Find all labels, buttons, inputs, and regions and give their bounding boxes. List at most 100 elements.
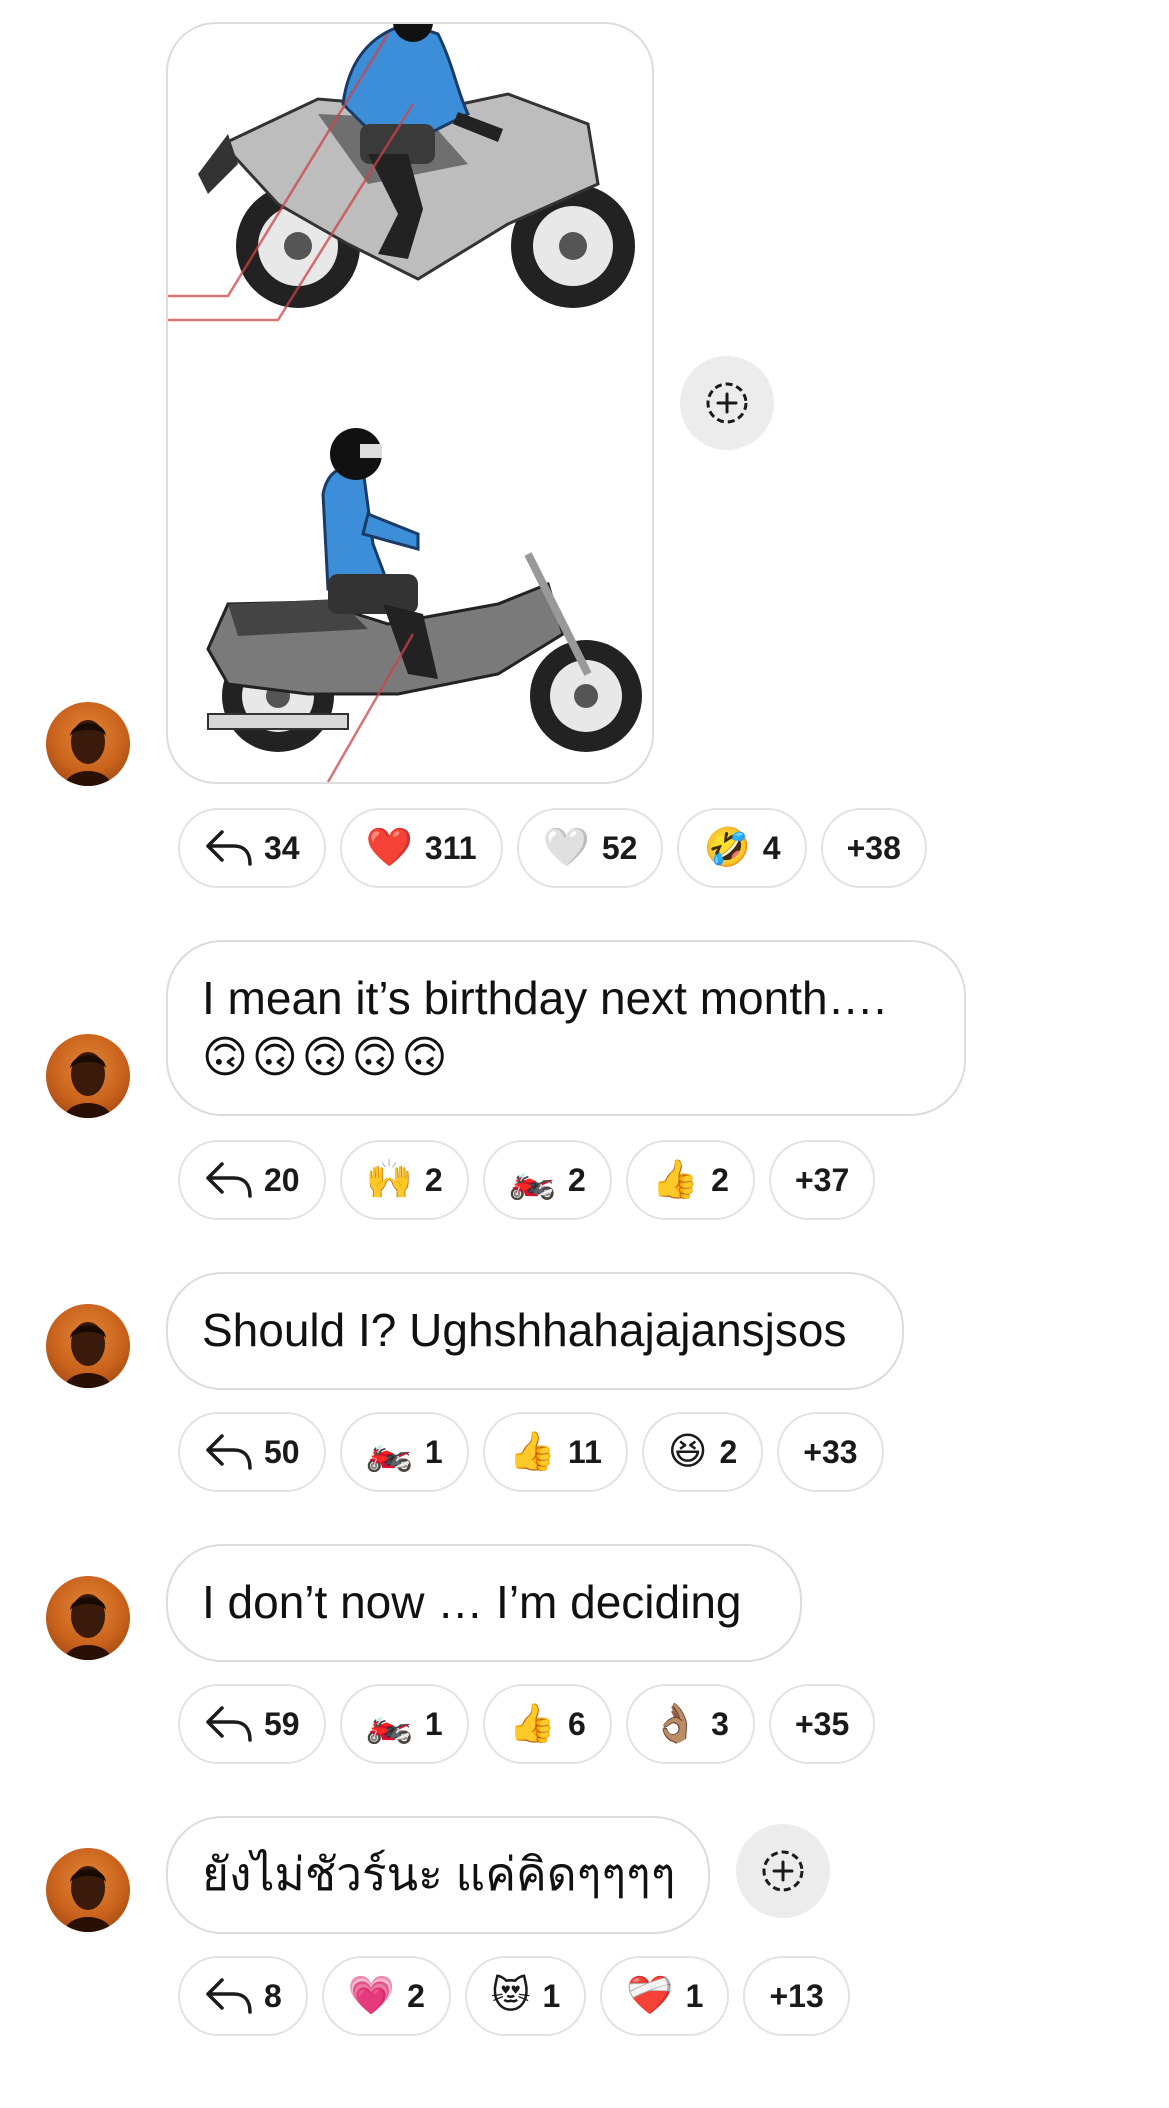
reaction-count: 3 <box>711 1705 729 1742</box>
reaction-count: 1 <box>685 1977 704 2014</box>
reaction-bar: 50 🏍️ 1 👍 11 😆 2 +33 <box>178 1412 884 1492</box>
reaction-pill[interactable]: 👍 2 <box>625 1140 755 1220</box>
avatar-icon <box>64 1594 112 1660</box>
reaction-pill[interactable]: 💗 2 <box>321 1956 451 2036</box>
avatar-icon <box>64 1866 112 1932</box>
thumbs-up-icon: 👍 <box>651 1159 700 1201</box>
user-avatar[interactable] <box>46 1848 130 1932</box>
add-reaction-icon <box>706 382 748 424</box>
reaction-count: 2 <box>407 1977 425 2014</box>
reaction-pill[interactable]: 🏍️ 2 <box>482 1140 612 1220</box>
add-reaction-button[interactable] <box>736 1824 830 1918</box>
message-text: ยังไม่ชัวร์นะ แค่คิดๆๆๆๆ <box>202 1848 676 1900</box>
reaction-pill[interactable]: ❤️ 311 <box>339 808 503 888</box>
reaction-pill[interactable]: 🤣 4 <box>677 808 807 888</box>
more-reactions-count: +37 <box>794 1161 850 1198</box>
message-emoji-line: 🙃🙃🙃🙃🙃 <box>202 1033 452 1082</box>
reaction-pill[interactable]: 🤍 52 <box>516 808 664 888</box>
ok-hand-icon: 👌🏽 <box>651 1703 700 1745</box>
more-reactions-count: +33 <box>803 1433 858 1470</box>
message-bubble[interactable]: I don’t now … I’m deciding <box>166 1544 802 1662</box>
more-reactions-button[interactable]: +35 <box>768 1684 876 1764</box>
message-text: Should I? Ughshhahajajansjsos <box>202 1304 847 1356</box>
reply-count-button[interactable]: 8 <box>178 1956 308 2036</box>
reaction-count: 2 <box>424 1161 443 1198</box>
reply-count-button[interactable]: 59 <box>178 1684 326 1764</box>
reply-arrow-icon <box>204 1160 254 1200</box>
more-reactions-button[interactable]: +33 <box>777 1412 884 1492</box>
rolling-laughing-icon: 🤣 <box>703 827 751 869</box>
user-avatar[interactable] <box>46 702 130 786</box>
reply-arrow-icon <box>204 1704 254 1744</box>
reaction-count: 1 <box>542 1977 561 2014</box>
cruiser-bike-drawing <box>206 428 642 752</box>
reaction-count: 1 <box>424 1705 443 1742</box>
laughing-icon: 😆 <box>667 1431 708 1473</box>
reaction-pill[interactable]: 🙌 2 <box>339 1140 469 1220</box>
reply-count: 20 <box>264 1161 300 1198</box>
thumbs-up-icon: 👍 <box>508 1703 557 1745</box>
user-avatar[interactable] <box>46 1034 130 1118</box>
reaction-pill[interactable]: ❤️‍🩹 1 <box>600 1956 730 2036</box>
message-text: I mean it’s birthday next month…. <box>202 972 887 1024</box>
message-image[interactable] <box>166 22 654 784</box>
reply-count-button[interactable]: 20 <box>178 1140 326 1220</box>
reaction-bar: 20 🙌 2 🏍️ 2 👍 2 +37 <box>178 1140 876 1220</box>
user-avatar[interactable] <box>46 1304 130 1388</box>
thumbs-up-icon: 👍 <box>508 1431 557 1473</box>
reaction-count: 311 <box>424 829 477 866</box>
avatar-icon <box>64 720 112 786</box>
motorcycle-icon: 🏍️ <box>365 1703 413 1745</box>
reaction-bar: 34 ❤️ 311 🤍 52 🤣 4 +38 <box>178 808 927 888</box>
add-reaction-icon <box>762 1850 804 1892</box>
heart-eyes-cat-icon: 😻 <box>490 1975 531 2017</box>
more-reactions-count: +13 <box>769 1977 824 2014</box>
more-reactions-button[interactable]: +37 <box>768 1140 876 1220</box>
growing-heart-icon: 💗 <box>347 1975 396 2017</box>
avatar-icon <box>64 1322 112 1388</box>
more-reactions-count: +38 <box>846 829 901 866</box>
reaction-pill[interactable]: 👍 6 <box>482 1684 612 1764</box>
add-reaction-button[interactable] <box>680 356 774 450</box>
motorcycle-icon: 🏍️ <box>365 1431 413 1473</box>
reaction-pill[interactable]: 🏍️ 1 <box>339 1684 469 1764</box>
mending-heart-icon: ❤️‍🩹 <box>626 1975 674 2017</box>
white-heart-icon: 🤍 <box>542 827 590 869</box>
reaction-count: 6 <box>568 1705 586 1742</box>
reply-arrow-icon <box>204 1432 254 1472</box>
reaction-pill[interactable]: 👌🏽 3 <box>625 1684 755 1764</box>
reaction-count: 2 <box>711 1161 729 1198</box>
reaction-pill[interactable]: 😆 2 <box>641 1412 764 1492</box>
reaction-count: 2 <box>719 1433 738 1470</box>
motorcycle-illustration <box>168 24 642 782</box>
reply-count-button[interactable]: 34 <box>178 808 326 888</box>
reply-arrow-icon <box>204 1976 254 2016</box>
raising-hands-icon: 🙌 <box>365 1159 413 1201</box>
message-bubble[interactable]: Should I? Ughshhahajajansjsos <box>166 1272 904 1390</box>
reaction-bar: 59 🏍️ 1 👍 6 👌🏽 3 +35 <box>178 1684 876 1764</box>
reaction-count: 2 <box>568 1161 586 1198</box>
user-avatar[interactable] <box>46 1576 130 1660</box>
message-bubble[interactable]: I mean it’s birthday next month…. 🙃🙃🙃🙃🙃 <box>166 940 966 1116</box>
more-reactions-button[interactable]: +38 <box>820 808 927 888</box>
more-reactions-count: +35 <box>794 1705 850 1742</box>
reply-count-button[interactable]: 50 <box>178 1412 326 1492</box>
reaction-count: 4 <box>762 829 781 866</box>
avatar-icon <box>64 1052 112 1118</box>
more-reactions-button[interactable]: +13 <box>743 1956 850 2036</box>
reply-count: 8 <box>264 1977 282 2014</box>
message-bubble[interactable]: ยังไม่ชัวร์นะ แค่คิดๆๆๆๆ <box>166 1816 710 1934</box>
reply-count: 50 <box>264 1433 300 1470</box>
reaction-bar: 8 💗 2 😻 1 ❤️‍🩹 1 +13 <box>178 1956 850 2036</box>
reaction-count: 1 <box>424 1433 443 1470</box>
reply-count: 34 <box>264 829 300 866</box>
reaction-pill[interactable]: 😻 1 <box>464 1956 587 2036</box>
reaction-pill[interactable]: 👍 11 <box>482 1412 628 1492</box>
message-text: I don’t now … I’m deciding <box>202 1576 742 1628</box>
reaction-count: 11 <box>568 1433 602 1470</box>
reply-count: 59 <box>264 1705 300 1742</box>
reply-arrow-icon <box>204 828 254 868</box>
heart-icon: ❤️ <box>365 827 413 869</box>
motorcycle-icon: 🏍️ <box>508 1159 557 1201</box>
reaction-pill[interactable]: 🏍️ 1 <box>339 1412 469 1492</box>
